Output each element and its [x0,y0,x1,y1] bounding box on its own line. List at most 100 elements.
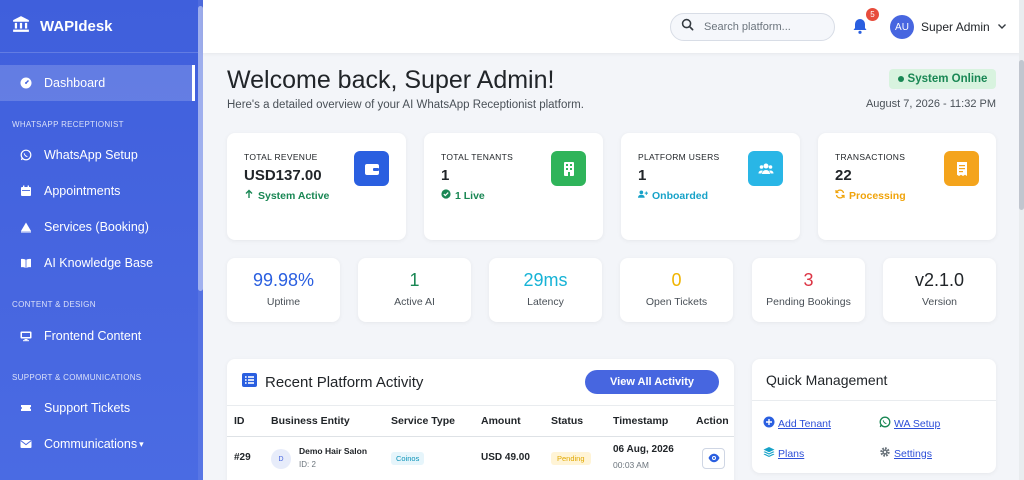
page-scrollbar-thumb[interactable] [1019,60,1024,210]
bank-icon [12,15,30,37]
quick-management-title: Quick Management [766,372,888,388]
metric-card-latency: 29ms Latency [489,258,602,322]
check-circle-icon [441,189,451,202]
wa-setup-link[interactable]: WA Setup [879,416,940,431]
stat-note-text: System Active [258,189,330,202]
sidebar-item-label: AI Knowledge Base [44,256,154,270]
quick-management-panel: Quick Management Add Tenant WA Setup Pla… [752,359,996,473]
stat-label: Total Tenants [441,152,514,162]
stat-value: 1 [441,167,450,184]
sidebar-item-label: Support Tickets [44,401,131,415]
sidebar-item-communications[interactable]: Communications ▾ [20,434,144,454]
status-text: System Online [907,73,988,85]
row-date: 06 Aug, 2026 [613,444,674,455]
metric-label: Uptime [266,296,301,308]
chevron-down-icon [997,20,1007,34]
stat-card-transactions: Transactions 22 Processing [818,133,996,240]
stat-label: Total Revenue [244,152,318,162]
caret-down-icon: ▾ [139,438,144,449]
sync-icon [835,189,845,202]
view-row-button[interactable] [702,448,725,469]
search-box[interactable] [670,13,835,41]
gear-icon [879,446,891,461]
metric-value: 99.98% [252,270,315,290]
stat-value: 1 [638,167,647,184]
sidebar-item-whatsapp-setup[interactable]: WhatsApp Setup [20,145,138,165]
divider [227,405,734,406]
warning-triangle-icon [20,221,32,233]
whatsapp-icon [879,416,891,431]
status-badge: System Online [889,69,996,89]
sidebar: WAPIdesk Dashboard WhatsApp Receptionist… [0,0,203,480]
metric-label: Version [921,296,958,308]
metric-label: Active AI [394,296,435,308]
status-dot-icon [897,76,904,82]
metric-value: 0 [671,270,682,290]
arrow-up-icon [244,189,254,202]
status-badge: Pending [551,452,591,465]
sidebar-item-label: Services (Booking) [44,220,149,234]
settings-link[interactable]: Settings [879,446,932,461]
metric-label: Latency [527,296,564,308]
stat-note: System Active [244,189,329,202]
entity-id: ID: 2 [299,460,316,469]
user-plus-icon [638,189,648,202]
stat-note: Processing [835,189,906,202]
stat-label: Transactions [835,152,906,162]
sidebar-item-label: WhatsApp Setup [44,148,138,162]
user-menu[interactable]: AU Super Admin [890,15,1007,39]
plans-link[interactable]: Plans [763,446,804,461]
column-header-id[interactable]: ID [234,415,245,427]
brand-divider [0,52,198,53]
brand[interactable]: WAPIdesk [12,14,113,38]
entity-name: Demo Hair Salon [299,446,368,456]
topbar: 5 AU Super Admin [203,0,1021,53]
sidebar-item-appointments[interactable]: Appointments [20,181,120,201]
link-label: Settings [894,447,932,460]
link-label: Add Tenant [778,417,831,430]
sidebar-item-ai-knowledge-base[interactable]: AI Knowledge Base [20,253,153,273]
calendar-icon [20,185,32,197]
user-name: Super Admin [921,20,990,34]
stat-card-tenants: Total Tenants 1 1 Live [424,133,603,240]
building-icon [551,151,586,186]
sidebar-item-label: Communications [44,437,138,451]
page-title: Welcome back, Super Admin! [227,66,555,94]
search-icon [681,18,694,36]
column-header-status[interactable]: Status [551,415,583,427]
column-header-amount[interactable]: Amount [481,415,521,427]
entity-avatar: D [271,449,291,469]
page-scrollbar[interactable] [1019,0,1024,480]
sidebar-item-label: Dashboard [44,76,106,90]
column-header-timestamp[interactable]: Timestamp [613,415,668,427]
add-tenant-link[interactable]: Add Tenant [763,416,831,431]
stat-note: 1 Live [441,189,485,202]
header-divider [227,436,734,437]
row-id: #29 [234,452,251,463]
stat-card-revenue: Total Revenue USD137.00 System Active [227,133,406,240]
current-datetime: August 7, 2026 - 11:32 PM [865,98,996,110]
sidebar-item-frontend-content[interactable]: Frontend Content [20,326,141,346]
column-header-service-type[interactable]: Service Type [391,415,455,427]
column-header-business-entity[interactable]: Business Entity [271,415,350,427]
sidebar-item-services-booking[interactable]: Services (Booking) [20,217,149,237]
view-all-activity-button[interactable]: View All Activity [585,370,719,394]
metric-card-open-tickets: 0 Open Tickets [620,258,733,322]
receipt-icon [944,151,979,186]
activity-title: Recent Platform Activity [242,373,423,391]
stat-value: USD137.00 [244,167,322,184]
sidebar-item-support-tickets[interactable]: Support Tickets [20,398,130,418]
metric-value: 1 [409,270,420,290]
metric-value: 3 [803,270,814,290]
row-amount: USD 49.00 [481,452,530,463]
metric-value: v2.1.0 [914,270,965,290]
ticket-icon [20,402,32,414]
link-label: WA Setup [894,417,941,430]
section-whatsapp-receptionist: WhatsApp Receptionist [12,120,124,129]
column-header-action[interactable]: Action [696,415,729,427]
sidebar-item-label: Frontend Content [44,329,142,343]
search-input[interactable] [704,21,824,33]
recent-activity-panel: Recent Platform Activity View All Activi… [227,359,734,480]
brand-name: WAPIdesk [40,17,113,35]
sidebar-item-dashboard-content[interactable]: Dashboard [20,73,105,93]
